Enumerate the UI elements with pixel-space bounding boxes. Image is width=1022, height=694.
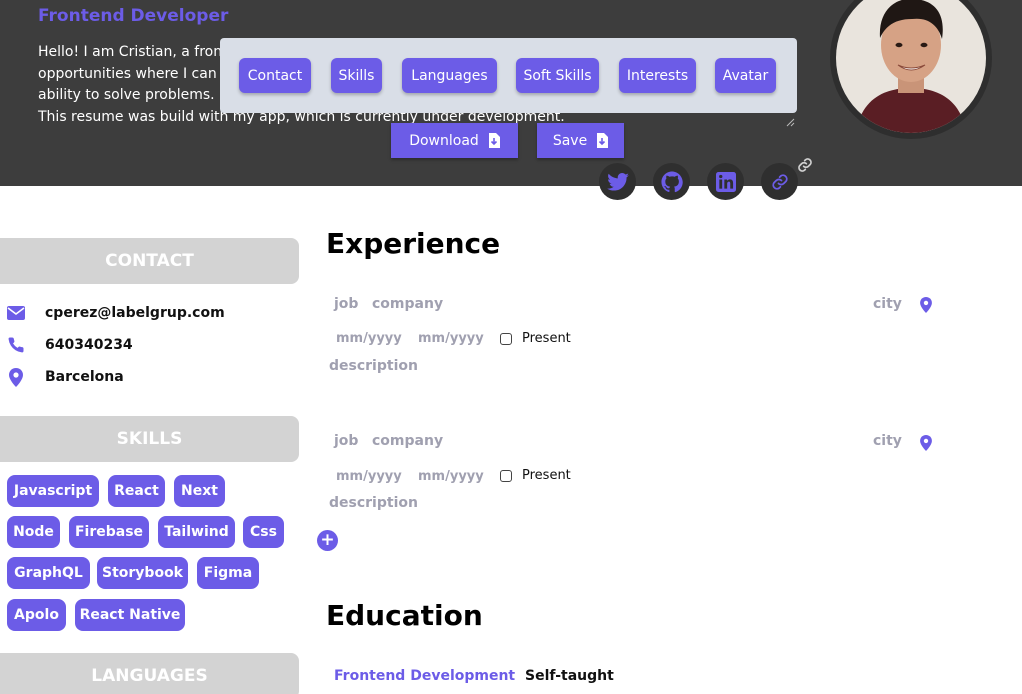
skill-chip[interactable]: GraphQL [7,557,90,589]
skill-chip[interactable]: React [108,475,165,507]
linkedin-icon [715,171,736,192]
toolbar-avatar-button[interactable]: Avatar [715,58,776,93]
twitter-link[interactable] [599,163,636,200]
toolbar-soft-skills-button[interactable]: Soft Skills [516,58,599,93]
file-download-icon [488,133,500,148]
contact-location[interactable]: Barcelona [45,369,124,385]
education-program[interactable]: Frontend Development [334,668,515,684]
contact-email[interactable]: cperez@labelgrup.com [45,305,225,321]
download-label: Download [409,132,479,149]
skill-chip[interactable]: Firebase [69,516,149,548]
envelope-icon [6,303,26,323]
toolbar-skills-button[interactable]: Skills [331,58,382,93]
city-field[interactable]: city [873,296,902,312]
skill-chip[interactable]: Node [7,516,60,548]
education-title: Education [326,599,483,632]
job-field[interactable]: job [334,433,358,449]
skill-chip[interactable]: Tailwind [158,516,235,548]
job-field[interactable]: job [334,296,358,312]
phone-icon [6,335,26,355]
contact-heading: CONTACT [0,238,299,284]
skill-chip[interactable]: Next [174,475,225,507]
education-school[interactable]: Self-taught [525,668,614,684]
resume-page: Frontend Developer Hello! I am Cristian,… [0,0,1022,694]
resume-header: Frontend Developer Hello! I am Cristian,… [0,0,1022,186]
skill-chip[interactable]: Css [243,516,284,548]
contact-location-row: Barcelona [6,367,124,387]
avatar[interactable] [830,0,992,139]
file-save-icon [597,133,609,148]
edit-links-icon[interactable] [797,157,813,173]
linkedin-link[interactable] [707,163,744,200]
save-button[interactable]: Save [537,123,624,158]
present-label: Present [522,331,571,346]
present-checkbox[interactable] [500,470,512,482]
github-link[interactable] [653,163,690,200]
description-field[interactable]: description [329,358,418,374]
avatar-photo [836,0,986,133]
section-toolbar: Contact Skills Languages Soft Skills Int… [220,38,797,113]
skill-chip[interactable]: Storybook [97,557,188,589]
start-date-field[interactable]: mm/yyyy [336,469,402,484]
languages-heading: LANGUAGES [0,653,299,694]
description-field[interactable]: description [329,495,418,511]
twitter-icon [606,172,629,191]
role-title[interactable]: Frontend Developer [38,6,228,26]
link-icon [771,173,788,190]
download-button[interactable]: Download [391,123,518,158]
github-icon [660,170,683,192]
add-experience-button[interactable]: + [317,530,338,551]
present-label: Present [522,468,571,483]
toolbar-interests-button[interactable]: Interests [619,58,696,93]
contact-phone-row: 640340234 [6,335,133,355]
contact-email-row: cperez@labelgrup.com [6,303,225,323]
experience-title: Experience [326,227,501,260]
end-date-field[interactable]: mm/yyyy [418,469,484,484]
start-date-field[interactable]: mm/yyyy [336,331,402,346]
contact-phone[interactable]: 640340234 [45,337,133,353]
website-link[interactable] [761,163,798,200]
city-field[interactable]: city [873,433,902,449]
company-field[interactable]: company [372,296,443,312]
toolbar-languages-button[interactable]: Languages [402,58,497,93]
skill-chip[interactable]: Apolo [7,599,66,631]
toolbar-contact-button[interactable]: Contact [239,58,311,93]
resize-grip-icon[interactable] [786,118,795,127]
end-date-field[interactable]: mm/yyyy [418,331,484,346]
skill-chip[interactable]: Figma [197,557,259,589]
location-pin-icon [920,297,932,313]
location-pin-icon [6,367,26,387]
skill-chip[interactable]: Javascript [7,475,99,507]
skills-heading: SKILLS [0,416,299,462]
location-pin-icon [920,435,932,451]
skill-chip[interactable]: React Native [75,599,185,631]
save-label: Save [552,132,588,149]
company-field[interactable]: company [372,433,443,449]
present-checkbox[interactable] [500,333,512,345]
